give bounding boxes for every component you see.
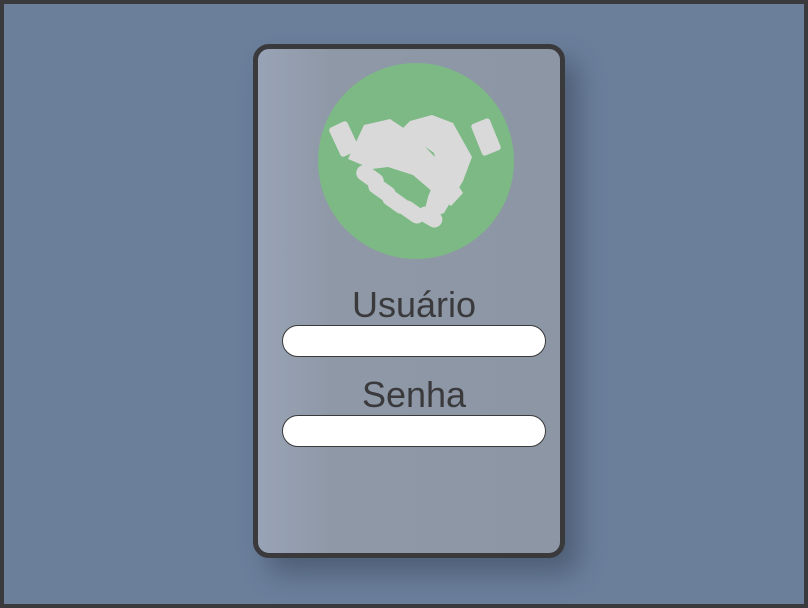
- handshake-icon: [329, 115, 501, 228]
- password-input[interactable]: [282, 415, 546, 447]
- password-label: Senha: [361, 374, 467, 415]
- handshake-logo: [318, 63, 514, 259]
- username-label: Usuário: [351, 284, 477, 325]
- username-input[interactable]: [282, 325, 546, 357]
- app-window: Usuário Senha: [0, 0, 808, 608]
- login-card: Usuário Senha: [253, 44, 565, 558]
